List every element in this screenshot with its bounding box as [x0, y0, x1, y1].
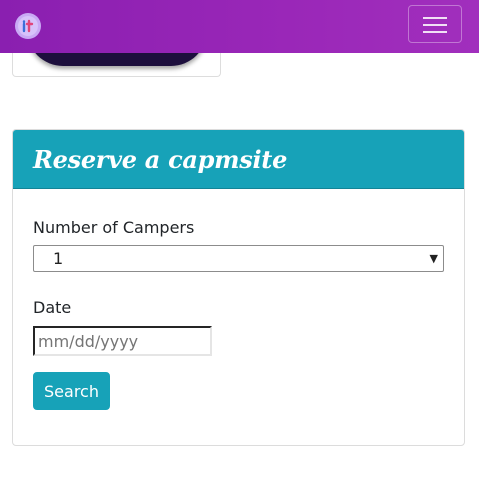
campers-select[interactable]: 1 ▼ [33, 245, 444, 272]
hamburger-menu-icon[interactable] [408, 5, 462, 43]
date-label: Date [33, 298, 72, 317]
search-button[interactable]: Search [33, 372, 110, 410]
reserve-campsite-card: Reserve a capmsite Number of Campers 1 ▼… [12, 129, 465, 446]
brand-logo-icon[interactable] [15, 13, 41, 39]
card-title: Reserve a capmsite [33, 144, 288, 174]
navbar [0, 0, 479, 53]
card-header: Reserve a capmsite [13, 130, 464, 189]
date-input[interactable] [33, 326, 212, 356]
campers-label: Number of Campers [33, 218, 195, 237]
campers-select-value: 1 [53, 249, 64, 268]
chevron-down-icon: ▼ [429, 252, 438, 265]
